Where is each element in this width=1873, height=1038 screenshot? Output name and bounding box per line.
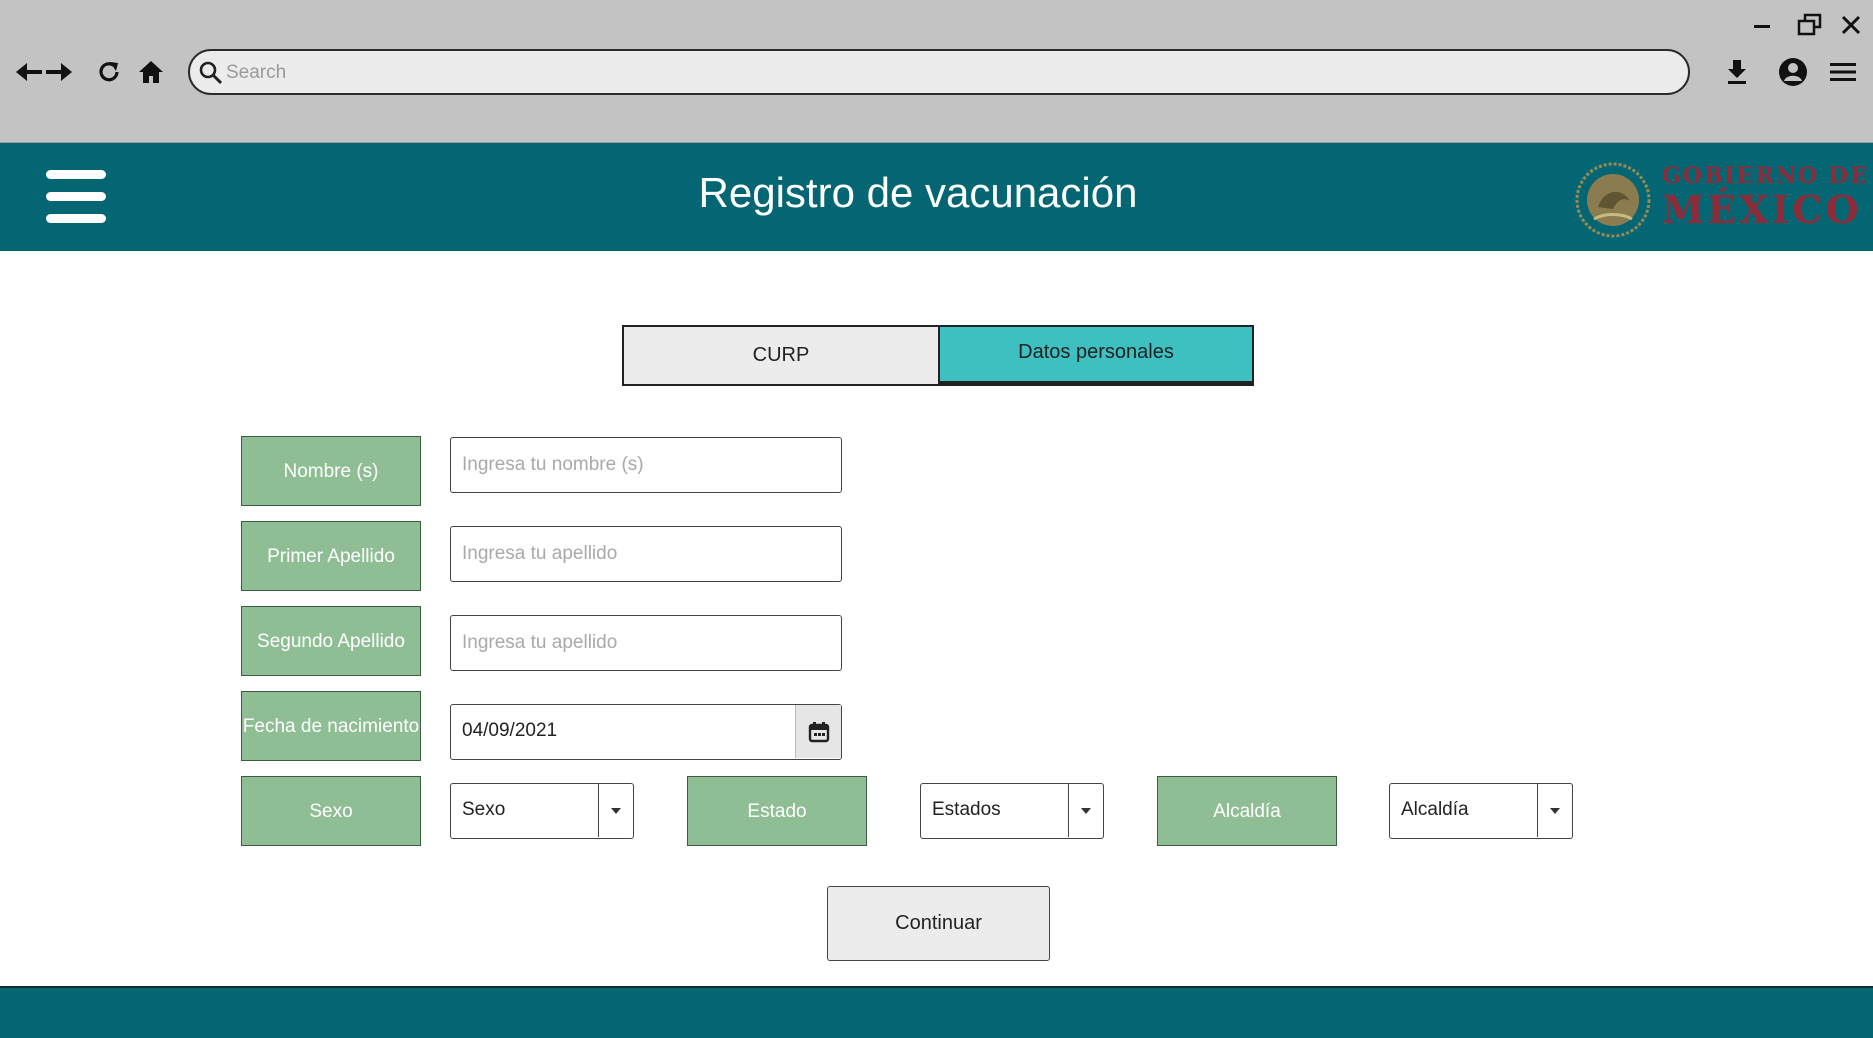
- footer-bar: [0, 986, 1873, 1038]
- alcaldia-value: Alcaldía: [1401, 799, 1469, 820]
- government-logo: GOBIERNO DE MÉXICO: [1574, 157, 1867, 241]
- search-input[interactable]: [224, 57, 1668, 89]
- tab-curp[interactable]: CURP: [622, 325, 940, 386]
- calendar-icon[interactable]: [795, 705, 841, 758]
- estado-value: Estados: [932, 799, 1001, 820]
- restore-icon[interactable]: [1793, 10, 1827, 40]
- alcaldia-label: Alcaldía: [1157, 776, 1337, 846]
- page-title: Registro de vacunación: [698, 169, 1138, 216]
- primer-apellido-input[interactable]: [450, 526, 842, 582]
- gov-title-line1: GOBIERNO DE: [1662, 163, 1869, 189]
- estado-select[interactable]: Estados: [920, 783, 1104, 839]
- tab-datos-personales[interactable]: Datos personales: [938, 325, 1254, 386]
- sexo-label: Sexo: [241, 776, 421, 846]
- estado-label: Estado: [687, 776, 867, 846]
- address-bar[interactable]: [188, 49, 1690, 95]
- coat-of-arms-icon: [1575, 162, 1651, 238]
- fecha-value: 04/09/2021: [462, 720, 558, 741]
- forward-icon[interactable]: [42, 56, 76, 88]
- continuar-button[interactable]: Continuar: [827, 886, 1050, 961]
- primer-apellido-label: Primer Apellido: [241, 521, 421, 591]
- fecha-nacimiento-input[interactable]: 04/09/2021: [450, 704, 842, 760]
- segundo-apellido-label: Segundo Apellido: [241, 606, 421, 676]
- chevron-down-icon[interactable]: [1068, 784, 1103, 837]
- account-icon[interactable]: [1776, 56, 1810, 88]
- minimize-icon[interactable]: [1745, 10, 1779, 40]
- chevron-down-icon[interactable]: [598, 784, 633, 837]
- browser-toolbar: [0, 0, 1873, 143]
- close-icon[interactable]: [1834, 10, 1868, 40]
- fecha-nacimiento-label: Fecha de nacimiento: [241, 691, 421, 761]
- download-icon[interactable]: [1720, 56, 1754, 88]
- sexo-select[interactable]: Sexo: [450, 783, 634, 839]
- sexo-value: Sexo: [462, 799, 506, 820]
- nombre-input[interactable]: [450, 437, 842, 493]
- gov-title-line2: MÉXICO: [1662, 187, 1862, 232]
- search-icon: [198, 60, 224, 91]
- app-header: Registro de vacunación GOBIERNO DE MÉXIC…: [0, 143, 1873, 251]
- segundo-apellido-input[interactable]: [450, 615, 842, 671]
- nombre-label: Nombre (s): [241, 436, 421, 506]
- alcaldia-select[interactable]: Alcaldía: [1389, 783, 1573, 839]
- home-icon[interactable]: [134, 56, 168, 88]
- back-icon[interactable]: [12, 56, 46, 88]
- chevron-down-icon[interactable]: [1537, 784, 1572, 837]
- reload-icon[interactable]: [92, 56, 126, 88]
- menu-icon[interactable]: [1826, 56, 1860, 88]
